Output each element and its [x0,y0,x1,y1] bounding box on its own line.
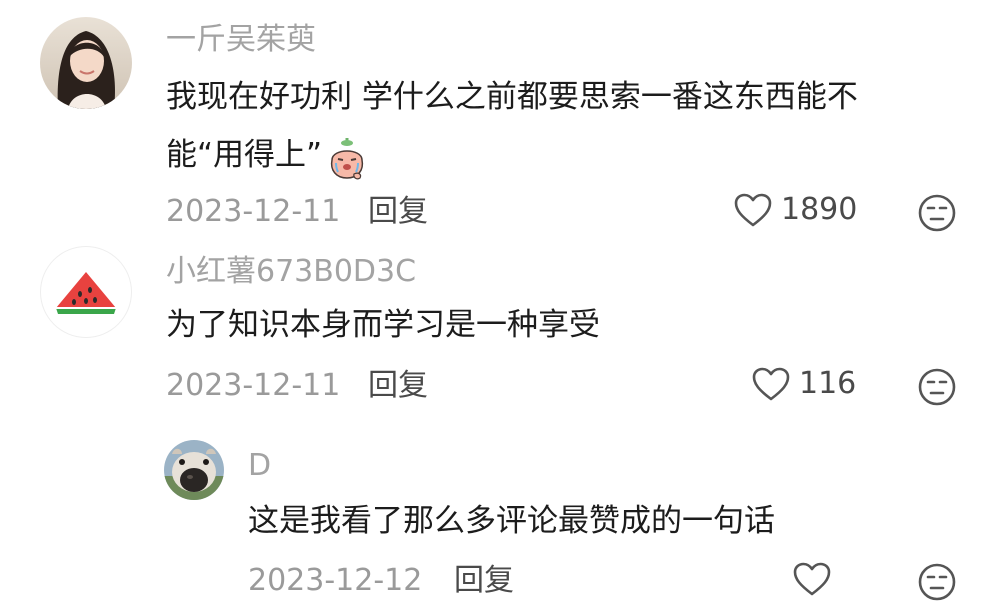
user-avatar[interactable] [40,17,132,109]
dislike-face-icon[interactable] [917,193,957,233]
like-count: 1890 [781,192,858,227]
comment-item: 小红薯673B0D3C 为了知识本身而学习是一种享受 2023-12-11 回复… [0,240,999,410]
username[interactable]: 一斤吴茱萸 [166,22,316,58]
like-count: 116 [799,366,857,401]
comment-text: 为了知识本身而学习是一种享受 [166,307,600,343]
username[interactable]: D [248,448,271,484]
username[interactable]: 小红薯673B0D3C [166,254,416,290]
comment-text: 这是我看了那么多评论最赞成的一句话 [248,503,775,539]
reply-comment-item: D 这是我看了那么多评论最赞成的一句话 2023-12-12 回复 [0,430,999,601]
avatar-photo [40,17,132,109]
dislike-face-icon[interactable] [917,562,957,602]
comment-date: 2023-12-12 [248,563,423,598]
like-button[interactable] [792,561,832,597]
comment-item: 一斤吴茱萸 我现在好功利 学什么之前都要思索一番这东西能不 能“用得上” 202… [0,0,999,240]
comment-date: 2023-12-11 [166,194,341,229]
heart-icon [752,367,790,401]
watermelon-icon [56,272,116,314]
user-avatar[interactable] [40,246,132,338]
reply-button[interactable]: 回复 [454,563,514,599]
like-button[interactable]: 116 [751,366,856,402]
reply-button[interactable]: 回复 [368,194,428,230]
heart-icon [793,562,831,596]
comment-text-segment: 能“用得上” [166,137,323,173]
heart-icon [734,193,772,227]
user-avatar[interactable] [164,440,224,500]
dislike-face-icon[interactable] [917,367,957,407]
reply-button[interactable]: 回复 [368,368,428,404]
comment-date: 2023-12-11 [166,368,341,403]
crying-face-sticker-icon [330,137,364,179]
like-button[interactable]: 1890 [733,192,857,228]
dog-avatar-icon [164,440,224,500]
comment-text: 我现在好功利 学什么之前都要思索一番这东西能不 能“用得上” [166,68,858,184]
comment-text-line: 能“用得上” [166,126,858,184]
comment-text-line: 我现在好功利 学什么之前都要思索一番这东西能不 [166,79,858,115]
